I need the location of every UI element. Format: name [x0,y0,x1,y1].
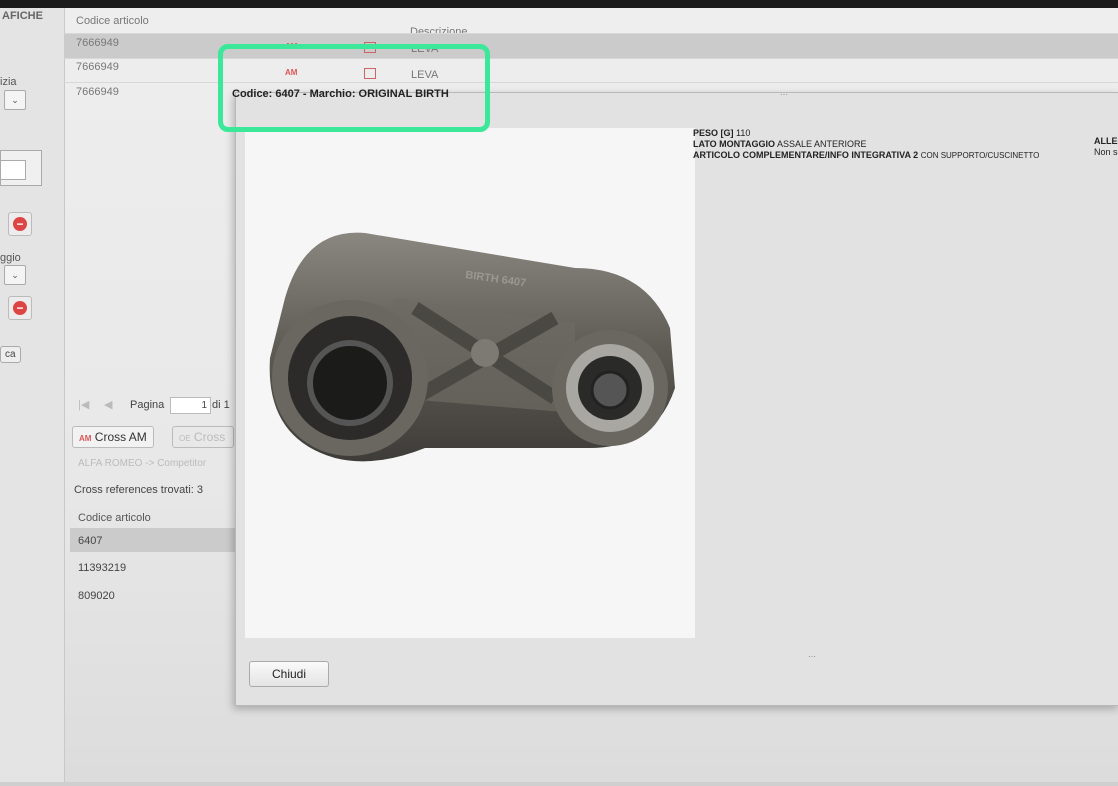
product-image: BIRTH 6407 [245,128,695,638]
left-panel-select-1[interactable]: ⌄ [4,90,26,110]
left-panel-label-2: ggio [0,252,21,264]
row-code: 7666949 [76,61,119,73]
cross-references-count: Cross references trovati: 3 [74,484,203,496]
competitor-filter[interactable]: ALFA ROMEO -> Competitor [78,458,234,469]
left-panel-label-1: izia [0,76,17,88]
pager: |◀ ◀ Pagina 1 di 1 [70,393,235,417]
tab-cross-am[interactable]: AM Cross AM [72,426,154,448]
chevron-down-icon: ⌄ [11,95,19,105]
tab-cross-oe[interactable]: OE Cross [172,426,234,448]
left-panel-input[interactable] [0,160,26,180]
tab-cross-oe-label: Cross [193,430,226,444]
tab-cross-am-label: Cross AM [94,430,147,444]
page-input[interactable]: 1 [170,397,211,414]
pager-label: Pagina [130,399,165,411]
left-panel-remove-button-1[interactable]: − [8,212,32,236]
monitor-bezel [0,0,1118,8]
left-panel-button[interactable]: ca [0,346,21,363]
cross-column-header-code[interactable]: Codice articolo [78,512,151,524]
resize-grip-bottom[interactable]: ⋯ [808,652,816,661]
oe-badge: OE [179,434,191,443]
left-panel-select-2[interactable]: ⌄ [4,265,26,285]
cross-row-code: 809020 [78,590,115,602]
cross-row-code: 6407 [78,535,103,547]
prev-page-icon[interactable]: ◀ [104,398,112,411]
minus-circle-icon: − [13,217,27,231]
cross-references-table: Codice articolo 6407 11393219 809020 [70,506,235,786]
close-button[interactable]: Chiudi [249,661,329,687]
spec-mounting-side: LATO MONTAGGIO ASSALE ANTERIORE [693,139,867,149]
minus-circle-icon: − [13,301,27,315]
left-panel-title: AFICHE [2,10,43,22]
spec-weight: PESO [G] 110 [693,128,751,138]
am-badge: AM [79,434,92,443]
first-page-icon[interactable]: |◀ [78,398,89,411]
row-code: 7666949 [76,37,119,49]
attachments-label: ALLEG [1094,136,1118,146]
left-panel-remove-button-2[interactable]: − [8,296,32,320]
row-code: 7666949 [76,86,119,98]
resize-grip-top[interactable]: ⋯ [780,90,788,99]
suspension-link-illustration: BIRTH 6407 [269,232,675,462]
spec-complementary-info: ARTICOLO COMPLEMENTARE/INFO INTEGRATIVA … [693,150,1040,160]
highlight-annotation [218,44,490,132]
attachments: ALLEG Non sc [1094,136,1118,158]
left-panel [0,8,65,782]
page-count: di 1 [212,399,230,411]
article-specs: PESO [G] 110 LATO MONTAGGIO ASSALE ANTER… [693,128,1039,161]
attachments-value: Non sc [1094,147,1118,157]
chevron-down-icon: ⌄ [11,270,19,280]
column-header-code[interactable]: Codice articolo [76,15,149,27]
cross-row-code: 11393219 [78,562,127,574]
